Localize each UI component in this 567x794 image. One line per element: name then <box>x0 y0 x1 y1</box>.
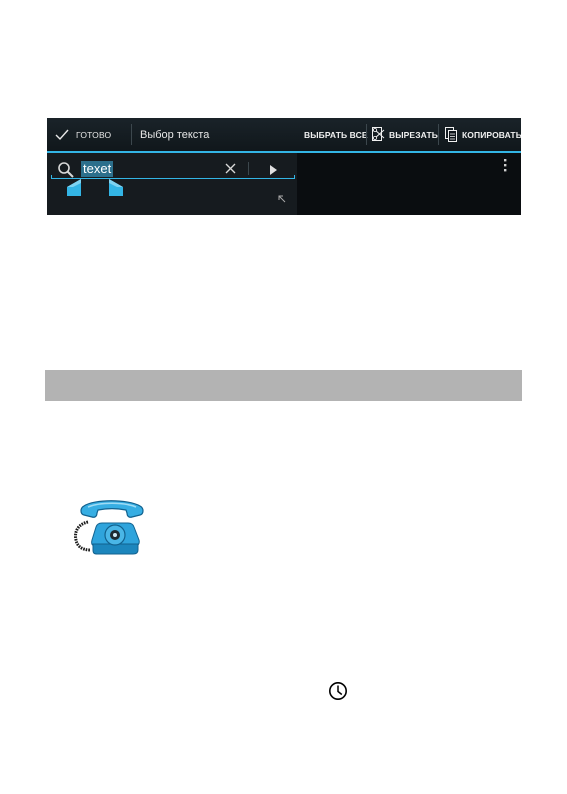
divider <box>366 124 367 145</box>
select-all-button[interactable]: ВЫБРАТЬ ВСЕ <box>304 118 368 151</box>
scissors-icon <box>372 127 385 141</box>
copy-label: КОПИРОВАТЬ <box>462 129 521 140</box>
selection-handle-icon[interactable] <box>109 179 123 196</box>
selection-handle-icon[interactable] <box>67 179 81 196</box>
dark-area <box>297 153 521 215</box>
divider <box>131 124 132 145</box>
divider <box>438 124 439 145</box>
check-icon <box>55 129 69 140</box>
done-button[interactable]: ГОТОВО <box>55 118 111 151</box>
contextual-action-bar: ГОТОВО Выбор текста ВЫБРАТЬ ВСЕ ВЫРЕЗАТЬ <box>47 118 521 153</box>
overflow-menu-icon[interactable] <box>503 159 507 173</box>
text-selection-screenshot: ГОТОВО Выбор текста ВЫБРАТЬ ВСЕ ВЫРЕЗАТЬ <box>47 118 521 215</box>
section-heading-band <box>45 370 522 401</box>
search-underline <box>51 175 295 179</box>
clock-icon <box>329 682 347 700</box>
search-icon <box>58 162 74 178</box>
copy-button[interactable]: КОПИРОВАТЬ <box>445 118 521 151</box>
copy-icon <box>445 127 457 142</box>
close-icon[interactable] <box>225 163 236 174</box>
cut-button[interactable]: ВЫРЕЗАТЬ <box>372 118 438 151</box>
play-arrow-icon[interactable] <box>270 165 277 175</box>
divider <box>248 162 249 175</box>
action-bar-title: Выбор текста <box>140 128 210 141</box>
cut-label: ВЫРЕЗАТЬ <box>389 129 438 140</box>
resize-icon <box>278 195 286 203</box>
select-all-label: ВЫБРАТЬ ВСЕ <box>304 129 368 140</box>
search-field[interactable]: texet <box>47 153 297 215</box>
done-label: ГОТОВО <box>76 129 112 140</box>
telephone-icon <box>74 500 144 555</box>
search-query[interactable]: texet <box>81 161 114 177</box>
